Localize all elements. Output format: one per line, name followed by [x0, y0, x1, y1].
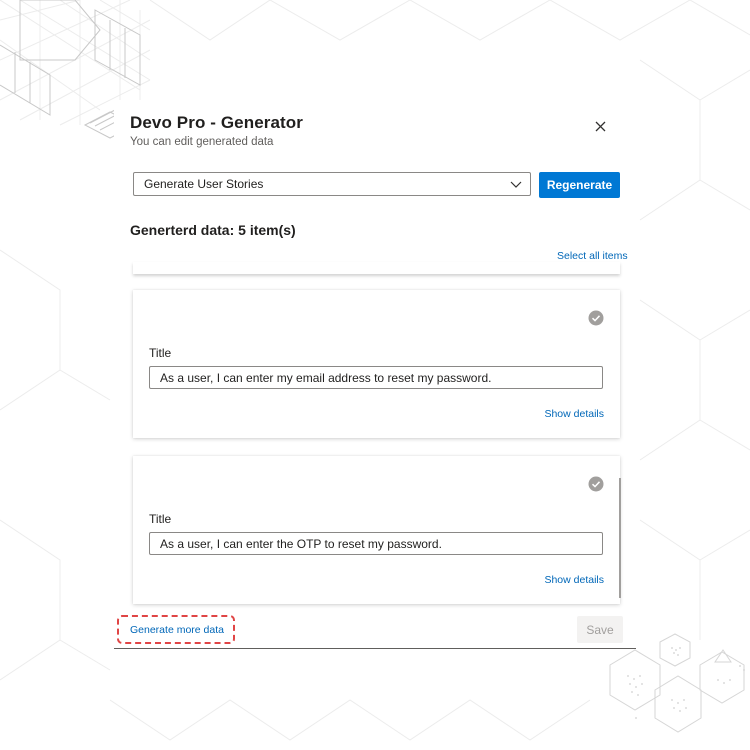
generate-more-data-link[interactable]: Generate more data: [117, 615, 235, 644]
chevron-down-icon: [510, 181, 522, 188]
title-input[interactable]: As a user, I can enter the OTP to reset …: [149, 532, 603, 555]
dialog-bottom-divider: [114, 648, 636, 649]
close-button[interactable]: [590, 116, 610, 136]
generated-count-heading: Generterd data: 5 item(s): [130, 222, 296, 238]
check-circle-icon[interactable]: [588, 310, 604, 326]
save-button[interactable]: Save: [577, 616, 623, 643]
generated-item-card: Title As a user, I can enter my email ad…: [133, 290, 620, 438]
generated-item-card: Title As a user, I can enter the OTP to …: [133, 456, 620, 604]
previous-card-edge: [133, 262, 620, 274]
show-details-link[interactable]: Show details: [544, 408, 604, 420]
dialog-title: Devo Pro - Generator: [130, 113, 303, 132]
title-field-label: Title: [149, 346, 172, 360]
title-field-label: Title: [149, 512, 172, 526]
regenerate-button[interactable]: Regenerate: [539, 172, 620, 198]
select-value: Generate User Stories: [144, 177, 264, 191]
close-icon: [595, 121, 605, 131]
dialog-subtitle: You can edit generated data: [130, 136, 274, 148]
show-details-link[interactable]: Show details: [544, 574, 604, 586]
title-input[interactable]: As a user, I can enter my email address …: [149, 366, 603, 389]
list-scrollbar[interactable]: [619, 478, 621, 598]
select-all-link[interactable]: Select all items: [557, 250, 628, 262]
generator-type-select[interactable]: Generate User Stories: [133, 172, 531, 196]
check-circle-icon[interactable]: [588, 476, 604, 492]
